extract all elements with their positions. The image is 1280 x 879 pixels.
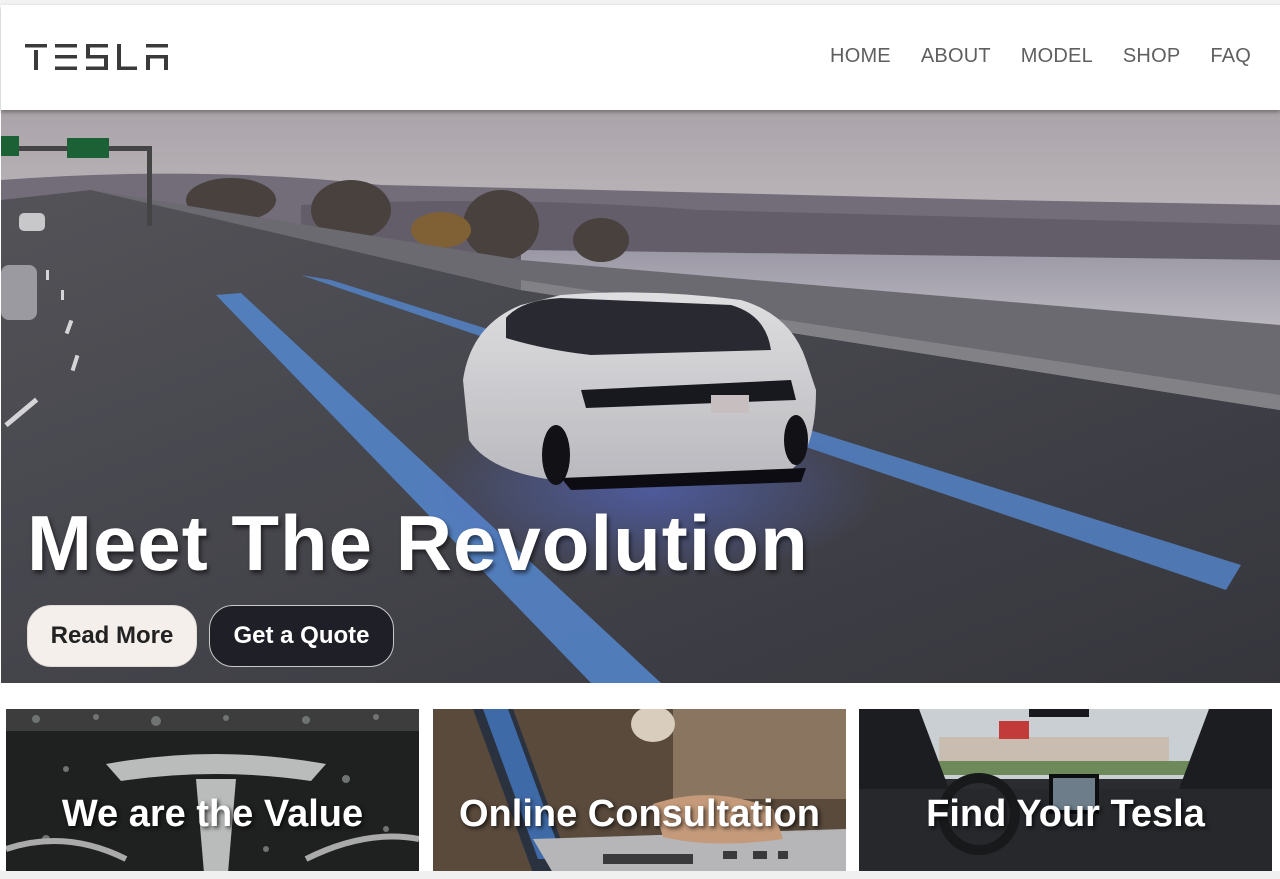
- card-value-title: We are the Value: [61, 793, 364, 835]
- main-nav: HOME ABOUT MODEL SHOP FAQ: [830, 45, 1251, 68]
- card-consultation-image: [433, 709, 846, 873]
- hero-title: Meet The Revolution: [27, 499, 809, 587]
- feature-cards: We are the Value Online Consultation Fin…: [0, 683, 1280, 879]
- card-find-tesla[interactable]: Find Your Tesla: [859, 709, 1272, 873]
- read-more-button[interactable]: Read More: [27, 605, 197, 667]
- nav-faq[interactable]: FAQ: [1210, 45, 1251, 68]
- nav-about[interactable]: ABOUT: [921, 45, 991, 68]
- hero-background-image: [1, 110, 1280, 683]
- card-value-image: [6, 709, 419, 873]
- card-consultation-title: Online Consultation: [459, 793, 820, 835]
- nav-model[interactable]: MODEL: [1021, 45, 1093, 68]
- card-find-tesla-image: [859, 709, 1272, 873]
- get-quote-button[interactable]: Get a Quote: [209, 605, 394, 667]
- card-value[interactable]: We are the Value: [6, 709, 419, 873]
- card-consultation[interactable]: Online Consultation: [433, 709, 846, 873]
- card-find-tesla-title: Find Your Tesla: [926, 793, 1205, 835]
- hero-section: Meet The Revolution Read More Get a Quot…: [1, 110, 1280, 683]
- site-header: HOME ABOUT MODEL SHOP FAQ: [1, 5, 1280, 110]
- brand-logo[interactable]: [25, 44, 170, 70]
- nav-shop[interactable]: SHOP: [1123, 45, 1180, 68]
- page-bottom-edge: [0, 871, 1280, 879]
- nav-home[interactable]: HOME: [830, 45, 891, 68]
